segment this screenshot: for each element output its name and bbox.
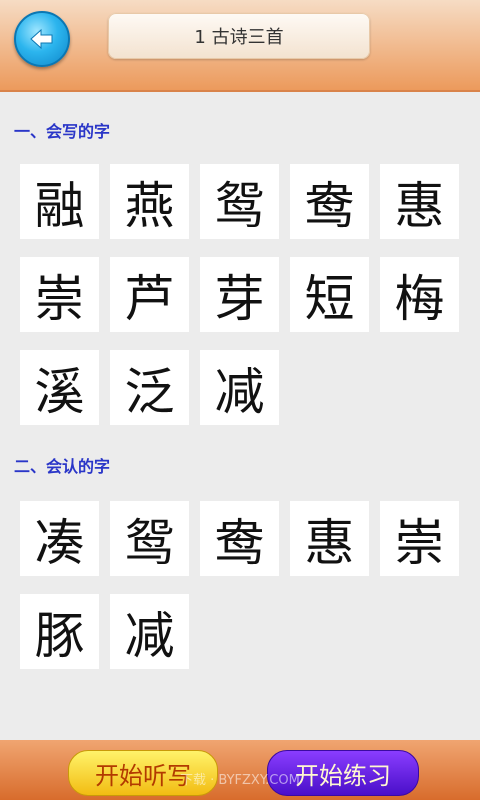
back-arrow-icon — [30, 28, 53, 50]
char-card[interactable]: 鸳 — [110, 501, 189, 576]
char-card[interactable]: 鸯 — [290, 164, 369, 239]
char-card[interactable]: 鸳 — [200, 164, 279, 239]
char-card[interactable]: 溪 — [20, 350, 99, 425]
section-title-read: 二、会认的字 — [14, 457, 111, 476]
char-card[interactable]: 减 — [110, 594, 189, 669]
start-practice-button[interactable]: 开始练习 — [267, 750, 419, 796]
char-card[interactable]: 燕 — [110, 164, 189, 239]
char-card[interactable]: 芽 — [200, 257, 279, 332]
char-card[interactable]: 泛 — [110, 350, 189, 425]
back-button[interactable] — [14, 11, 70, 67]
char-card[interactable]: 梅 — [380, 257, 459, 332]
char-card[interactable]: 融 — [20, 164, 99, 239]
char-card[interactable]: 芦 — [110, 257, 189, 332]
start-dictation-button[interactable]: 开始听写 — [68, 750, 218, 796]
char-card[interactable]: 短 — [290, 257, 369, 332]
section-title-write: 一、会写的字 — [14, 122, 111, 141]
char-card[interactable]: 崇 — [20, 257, 99, 332]
char-card[interactable]: 凑 — [20, 501, 99, 576]
char-card[interactable]: 惠 — [290, 501, 369, 576]
char-card[interactable]: 惠 — [380, 164, 459, 239]
char-card[interactable]: 减 — [200, 350, 279, 425]
footer-bar: 开始听写 开始练习 — [0, 740, 480, 800]
char-card[interactable]: 崇 — [380, 501, 459, 576]
page-title: 1 古诗三首 — [108, 13, 370, 59]
header-bar: 1 古诗三首 — [0, 0, 480, 92]
char-card[interactable]: 鸯 — [200, 501, 279, 576]
char-card[interactable]: 豚 — [20, 594, 99, 669]
